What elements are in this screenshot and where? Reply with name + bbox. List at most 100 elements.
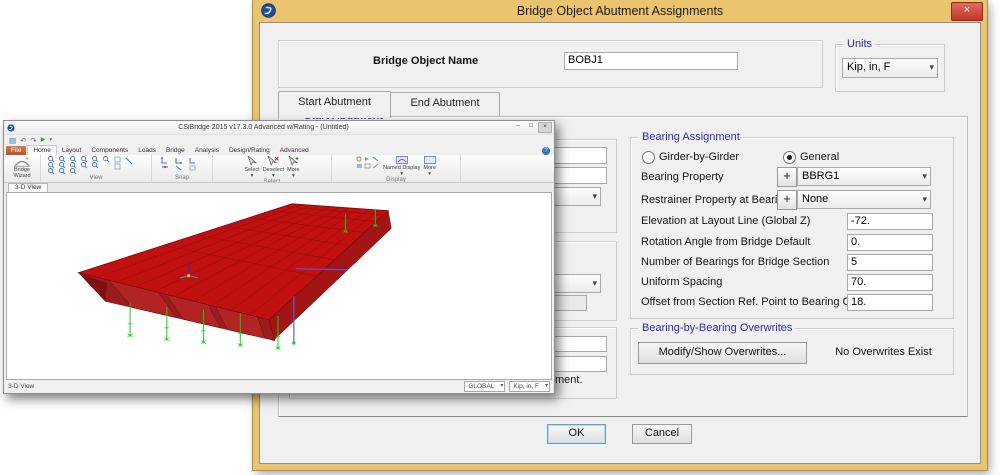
cursor-icon <box>247 156 257 167</box>
ribbon-tab-analysis[interactable]: Analysis <box>190 146 224 155</box>
rotation-angle-field[interactable]: 0. <box>847 234 933 251</box>
bridge-object-name-field[interactable]: BOBJ1 <box>564 52 738 70</box>
ribbon-tab-file[interactable]: File <box>6 146 26 155</box>
help-icon[interactable]: ? <box>542 147 550 155</box>
app-title: CSiBridge 2015 v17.3.0 Advanced w/Rating… <box>15 124 512 131</box>
bearing-property-label: Bearing Property <box>641 171 724 183</box>
tab-end-abutment[interactable]: End Abutment <box>390 92 500 118</box>
display-more-button[interactable]: More ▾ <box>423 156 436 177</box>
ribbon-tab-bar: File Home Layout Components Loads Bridge… <box>4 145 554 155</box>
select-more-button[interactable]: More ▾ <box>287 156 300 179</box>
redo-icon[interactable]: ↷ <box>30 136 36 145</box>
status-view-label: 3-D View <box>8 383 34 390</box>
zoom-icons <box>46 156 146 174</box>
bridge-object-name-group <box>278 40 823 88</box>
ribbon-tab-loads[interactable]: Loads <box>133 146 161 155</box>
overwrites-group: Bearing-by-Bearing Overwrites Modify/Sho… <box>630 328 954 375</box>
csi-logo-icon <box>7 124 15 132</box>
view-tab-bar: 3-D View <box>4 183 554 192</box>
undo-icon[interactable]: ↶ <box>20 136 26 145</box>
ribbon-group-view[interactable]: View <box>41 155 152 182</box>
ribbon-tab-home[interactable]: Home <box>27 145 56 155</box>
monitor-icon <box>396 156 408 165</box>
general-radio[interactable] <box>783 151 796 164</box>
run-analysis-icon[interactable]: ▶ <box>41 136 46 145</box>
ribbon-tab-layout[interactable]: Layout <box>57 146 87 155</box>
named-display-button[interactable]: Named Display ▾ <box>383 156 420 177</box>
number-of-bearings-field[interactable]: 5 <box>847 254 933 271</box>
tab-start-abutment[interactable]: Start Abutment <box>278 91 391 118</box>
dialog-title: Bridge Object Abutment Assignments <box>517 4 723 18</box>
monitor-icon <box>424 156 436 165</box>
overwrites-status: No Overwrites Exist <box>821 346 946 358</box>
minimize-icon[interactable]: – <box>512 122 524 131</box>
qat-chevron-icon[interactable]: ▾ <box>49 136 52 145</box>
ribbon-group-select[interactable]: Select ▾ Deselect ▾ <box>213 155 332 182</box>
restore-icon[interactable]: □ <box>525 122 537 131</box>
deselect-button[interactable]: Deselect ▾ <box>263 156 284 179</box>
bearing-assignment-title: Bearing Assignment <box>639 131 743 144</box>
chevron-down-icon: ▾ <box>929 59 934 76</box>
bridge-object-name-label: Bridge Object Name <box>373 55 478 67</box>
offset-label: Offset from Section Ref. Point to Bearin… <box>641 296 876 308</box>
quick-access-toolbar: ▤ ↶ ↷ ▶ ▾ <box>4 135 554 145</box>
csibridge-app-window[interactable]: CSiBridge 2015 v17.3.0 Advanced w/Rating… <box>3 120 555 394</box>
add-bearing-property-button[interactable]: + <box>777 167 797 187</box>
bridge-model-3d <box>7 193 551 379</box>
offset-field[interactable]: 18. <box>847 294 933 311</box>
ribbon-tab-components[interactable]: Components <box>86 146 133 155</box>
snap-icons <box>160 156 204 174</box>
ribbon-tab-design-rating[interactable]: Design/Rating <box>224 146 275 155</box>
restrainer-property-label: Restrainer Property at Bearing <box>641 194 790 206</box>
tab-3d-view[interactable]: 3-D View <box>8 183 48 192</box>
display-option-icons <box>356 156 380 170</box>
units-group-label: Units <box>844 38 875 51</box>
chevron-down-icon: ▾ <box>922 191 927 207</box>
ribbon-tab-bridge[interactable]: Bridge <box>161 146 190 155</box>
ribbon-tab-advanced[interactable]: Advanced <box>275 146 314 155</box>
girder-by-girder-radio[interactable] <box>642 151 655 164</box>
csi-logo-icon <box>261 3 276 18</box>
3d-view-canvas[interactable] <box>6 192 552 380</box>
girder-by-girder-label[interactable]: Girder-by-Girder <box>659 151 739 163</box>
ribbon-group-bridge-wizard[interactable]: Bridge Wizard <box>4 155 41 182</box>
close-icon[interactable]: × <box>538 122 552 133</box>
save-icon[interactable]: ▤ <box>9 136 16 145</box>
units-dropdown[interactable]: Kip, in, F ▾ <box>842 58 938 78</box>
chevron-down-icon: ▾ <box>545 382 548 391</box>
bearing-property-dropdown[interactable]: BBRG1 ▾ <box>797 167 931 186</box>
rotation-angle-label: Rotation Angle from Bridge Default <box>641 236 810 248</box>
cursor-plus-icon <box>288 156 299 167</box>
chevron-down-icon: ▾ <box>922 168 927 184</box>
restrainer-property-dropdown[interactable]: None ▾ <box>797 190 931 209</box>
modify-show-overwrites-button[interactable]: Modify/Show Overwrites... <box>638 342 807 364</box>
overwrites-title: Bearing-by-Bearing Overwrites <box>639 322 795 335</box>
chevron-down-icon: ▾ <box>592 275 597 291</box>
ribbon-group-display[interactable]: Named Display ▾ More ▾ Display <box>332 155 461 182</box>
coordinate-system-dropdown[interactable]: GLOBAL ▾ <box>464 381 505 392</box>
number-of-bearings-label: Number of Bearings for Bridge Section <box>641 256 829 268</box>
note-text-fragment: ment. <box>555 374 583 386</box>
close-icon[interactable]: × <box>951 2 983 21</box>
chevron-down-icon: ▾ <box>592 188 597 204</box>
chevron-down-icon: ▾ <box>500 382 503 391</box>
bearing-assignment-group: Bearing Assignment Girder-by-Girder Gene… <box>630 137 954 319</box>
cancel-button[interactable]: Cancel <box>632 424 692 444</box>
general-label[interactable]: General <box>800 151 839 163</box>
uniform-spacing-label: Uniform Spacing <box>641 276 722 288</box>
elevation-label: Elevation at Layout Line (Global Z) <box>641 215 810 227</box>
app-titlebar[interactable]: CSiBridge 2015 v17.3.0 Advanced w/Rating… <box>4 121 554 135</box>
status-bar: 3-D View GLOBAL ▾ Kip, in, F ▾ <box>4 380 554 393</box>
uniform-spacing-field[interactable]: 70. <box>847 274 933 291</box>
add-restrainer-property-button[interactable]: + <box>777 190 797 210</box>
select-button[interactable]: Select ▾ <box>244 156 259 179</box>
ribbon-spacer <box>461 155 554 182</box>
dialog-titlebar[interactable]: Bridge Object Abutment Assignments × <box>253 0 987 22</box>
ok-button[interactable]: OK <box>547 424 606 444</box>
status-units-dropdown[interactable]: Kip, in, F ▾ <box>509 381 550 392</box>
ribbon-group-snap[interactable]: Snap <box>152 155 213 182</box>
cursor-x-icon <box>267 156 279 167</box>
elevation-field[interactable]: -72. <box>847 213 933 230</box>
ribbon: Bridge Wizard View <box>4 155 554 183</box>
bridge-wizard-icon <box>14 156 30 167</box>
